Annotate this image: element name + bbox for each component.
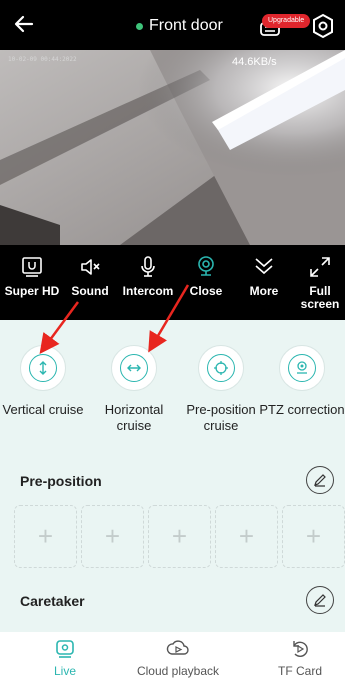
vertical-cruise-label: Vertical cruise bbox=[2, 402, 84, 417]
pencil-icon bbox=[314, 474, 326, 487]
cloud-playback-icon bbox=[166, 640, 189, 655]
settings-icon[interactable] bbox=[310, 13, 336, 39]
expand-icon bbox=[310, 257, 330, 277]
preset-slot[interactable]: + bbox=[81, 505, 144, 568]
pencil-icon bbox=[314, 594, 326, 607]
close-camera-button[interactable]: Close bbox=[176, 255, 236, 298]
microphone-icon bbox=[141, 256, 155, 277]
sound-label: Sound bbox=[71, 284, 109, 298]
player-controls: Super HD Sound Intercom Close More Full … bbox=[0, 245, 345, 320]
nav-live-label: Live bbox=[53, 664, 76, 678]
fullscreen-label: Full screen bbox=[300, 284, 340, 311]
nav-tf-card[interactable]: TF Card bbox=[262, 638, 338, 678]
bitrate-readout: 44.6KB/s bbox=[232, 56, 277, 68]
top-bar: Front door Upgradable bbox=[0, 0, 345, 50]
preposition-cruise-button[interactable]: Pre-position cruise bbox=[178, 345, 264, 434]
back-arrow-icon[interactable] bbox=[12, 12, 36, 36]
nav-tf-label: TF Card bbox=[277, 664, 322, 678]
tf-card-icon bbox=[293, 641, 308, 657]
live-video-feed[interactable]: 10-02-09 00:44:2022 44.6KB/s bbox=[0, 50, 345, 245]
horizontal-arrows-icon bbox=[127, 364, 141, 372]
more-label: More bbox=[249, 284, 279, 298]
quality-label: Super HD bbox=[4, 284, 60, 298]
caretaker-title: Caretaker bbox=[20, 593, 85, 609]
preset-slot[interactable]: + bbox=[282, 505, 345, 568]
horizontal-cruise-label: Horizontal cruise bbox=[104, 402, 164, 433]
preset-slot[interactable]: + bbox=[148, 505, 211, 568]
vertical-arrows-icon bbox=[39, 361, 47, 375]
online-status-dot bbox=[136, 22, 143, 30]
caretaker-edit-button[interactable] bbox=[306, 586, 334, 614]
nav-cloud-playback[interactable]: Cloud playback bbox=[128, 638, 228, 678]
sound-button[interactable]: Sound bbox=[60, 255, 120, 298]
preset-slot[interactable]: + bbox=[14, 505, 77, 568]
crosshair-icon bbox=[214, 361, 228, 375]
ptz-correction-circle bbox=[279, 345, 325, 391]
vertical-cruise-button[interactable]: Vertical cruise bbox=[0, 345, 86, 418]
fullscreen-button[interactable]: Full screen bbox=[292, 255, 345, 311]
ptz-correction-label: PTZ correction bbox=[259, 402, 345, 417]
preposition-cruise-label: Pre-position cruise bbox=[186, 402, 256, 433]
preset-slot[interactable]: + bbox=[215, 505, 278, 568]
quality-button[interactable]: Super HD bbox=[2, 255, 62, 298]
live-icon bbox=[56, 640, 74, 658]
close-label: Close bbox=[189, 284, 223, 298]
preposition-slots: + + + + + bbox=[14, 505, 345, 568]
preposition-cruise-circle bbox=[198, 345, 244, 391]
ptz-icon bbox=[297, 361, 307, 374]
preposition-edit-button[interactable] bbox=[306, 466, 334, 494]
chevron-down-icon bbox=[255, 258, 273, 275]
upgradable-badge[interactable]: Upgradable bbox=[262, 14, 311, 28]
camera-image bbox=[0, 50, 345, 245]
vertical-cruise-circle bbox=[20, 345, 66, 391]
video-timestamp: 10-02-09 00:44:2022 bbox=[8, 56, 77, 63]
more-button[interactable]: More bbox=[234, 255, 294, 298]
horizontal-cruise-circle bbox=[111, 345, 157, 391]
intercom-label: Intercom bbox=[122, 284, 174, 298]
bottom-nav: Live Cloud playback TF Card bbox=[0, 632, 345, 684]
hd-icon bbox=[22, 257, 42, 277]
intercom-button[interactable]: Intercom bbox=[118, 255, 178, 298]
device-title: Front door bbox=[136, 17, 223, 35]
camera-icon bbox=[198, 256, 214, 276]
nav-live[interactable]: Live bbox=[40, 638, 90, 678]
horizontal-cruise-button[interactable]: Horizontal cruise bbox=[91, 345, 177, 434]
preposition-title: Pre-position bbox=[20, 473, 102, 489]
ptz-correction-button[interactable]: PTZ correction bbox=[259, 345, 345, 418]
muted-speaker-icon bbox=[81, 259, 100, 275]
nav-cloud-label: Cloud playback bbox=[136, 664, 220, 678]
page-title: Front door bbox=[149, 17, 223, 34]
